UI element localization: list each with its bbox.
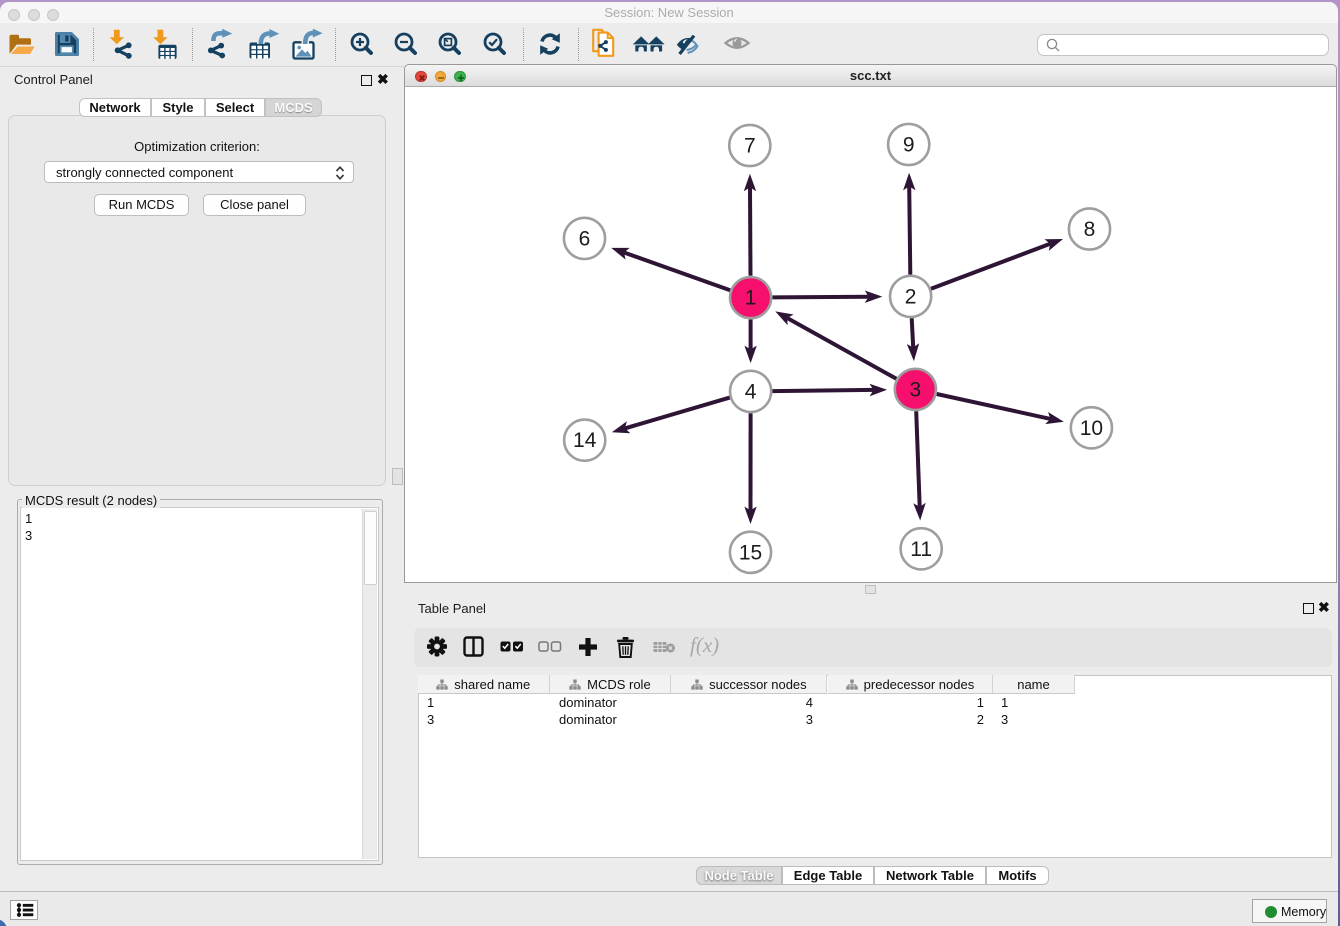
svg-text:14: 14	[573, 429, 597, 452]
svg-text:7: 7	[744, 135, 756, 158]
svg-text:15: 15	[739, 541, 762, 564]
svg-text:10: 10	[1080, 417, 1103, 440]
svg-text:6: 6	[579, 227, 591, 250]
svg-text:2: 2	[905, 285, 917, 308]
svg-text:11: 11	[910, 538, 932, 561]
svg-text:3: 3	[910, 378, 922, 401]
svg-text:8: 8	[1084, 218, 1096, 241]
svg-text:1: 1	[745, 287, 757, 310]
svg-text:9: 9	[903, 134, 915, 157]
svg-text:4: 4	[745, 380, 757, 403]
